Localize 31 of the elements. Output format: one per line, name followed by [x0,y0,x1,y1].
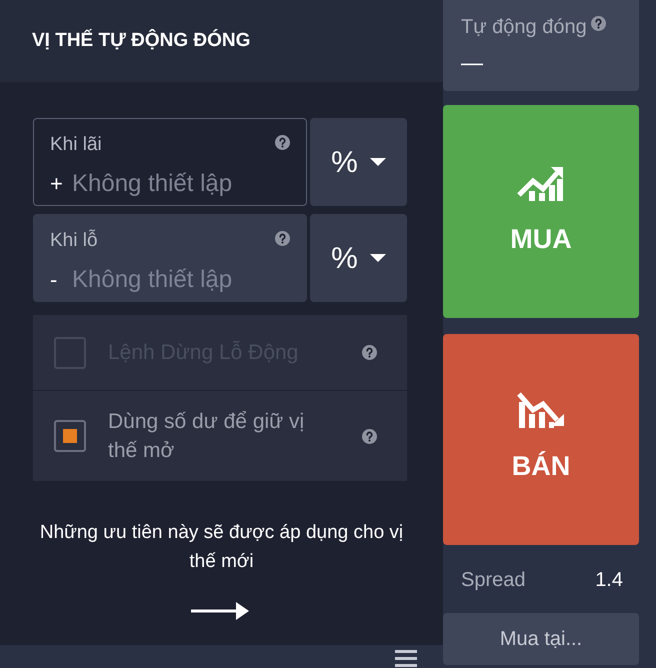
unit-dropdown[interactable]: % [310,118,407,206]
unit-dropdown[interactable]: % [310,214,407,302]
info-text: Những ưu tiên này sẽ được áp dụng cho vị thế mới [38,521,404,574]
caret-icon [370,254,386,262]
sign-label: - [50,266,58,294]
menu-icon[interactable] [395,648,417,668]
panel-title: VỊ THẾ TỰ ĐỘNG ĐÓNG [32,28,250,53]
spread-value: 1.4 [595,568,623,593]
help-icon[interactable] [590,16,606,31]
field-label: Khi lãi [50,133,102,157]
sign-label: + [50,170,64,198]
value-input[interactable]: Không thiết lập [72,262,282,298]
spread-label: Spread [461,568,526,593]
auto-close-value: — [461,49,484,77]
sell-button[interactable]: BÁN [443,334,639,545]
field-label: Khi lỗ [50,228,98,253]
checkbox[interactable] [54,420,86,452]
arrow-icon[interactable] [190,600,250,622]
help-icon[interactable] [275,135,290,150]
input-panel[interactable]: Khi lỗ - Không thiết lập [33,214,307,302]
chart-down-icon [517,392,565,428]
help-icon[interactable] [362,345,377,360]
auto-close-card[interactable]: Tự động đóng — [443,0,639,91]
help-icon[interactable] [362,428,377,444]
buy-at-button[interactable]: Mua tại... [443,613,639,665]
input-panel[interactable]: Khi lãi + Không thiết lập [33,118,307,206]
help-icon[interactable] [275,231,290,246]
option-label: Dùng số dư để giữ vị thế mở [108,408,306,464]
caret-icon [370,158,386,166]
auto-close-label: Tự động đóng [461,15,587,40]
value-input[interactable]: Không thiết lập [72,166,282,202]
